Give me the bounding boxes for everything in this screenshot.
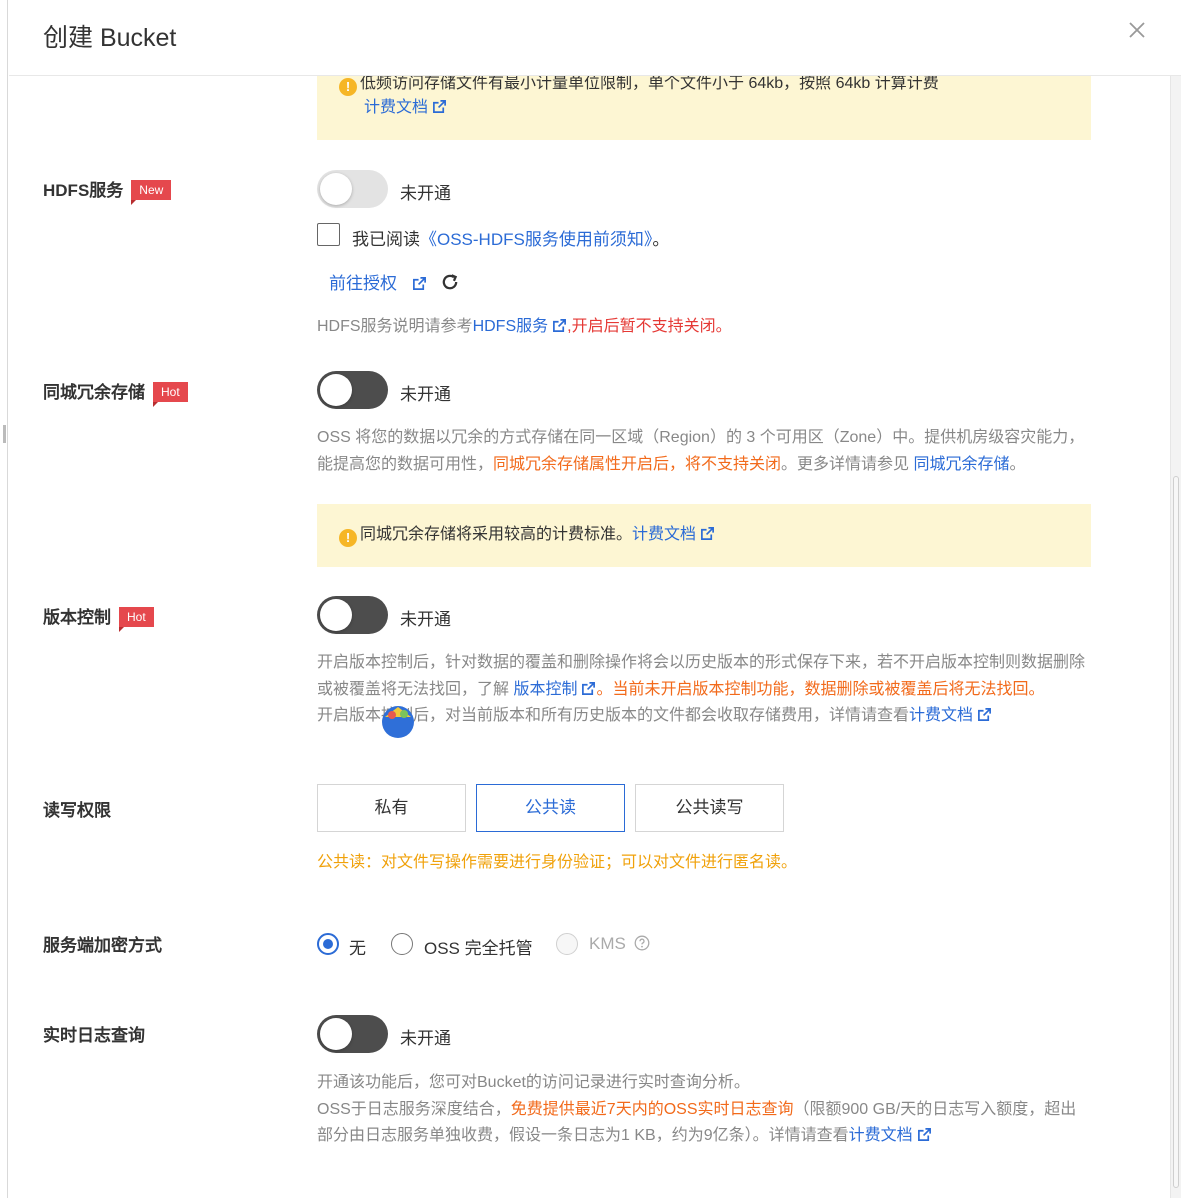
encryption-option-kms: KMS (589, 934, 650, 954)
external-link-icon[interactable] (917, 1127, 932, 1142)
hot-tag: Hot (153, 382, 188, 407)
new-tag: New (131, 180, 172, 205)
external-link-icon[interactable] (412, 276, 427, 291)
hdfs-agree-text: 我已阅读《OSS-HDFS服务使用前须知》。 (352, 230, 670, 249)
zrs-billing-notice: ! 同城冗余存储将采用较高的计费标准。计费文档 (317, 504, 1091, 567)
acl-hint: 公共读：对文件写操作需要进行身份验证；可以对文件进行匿名读。 (317, 854, 798, 871)
hdfs-desc: HDFS服务说明请参考HDFS服务 ,开启后暂不支持关闭。 (317, 318, 732, 335)
versioning-desc: 开启版本控制后，针对数据的覆盖和删除操作将会以历史版本的形式保存下来，若不开启版… (317, 654, 1086, 724)
external-link-icon[interactable] (977, 707, 992, 722)
zrs-label: 同城冗余存储 Hot (43, 378, 188, 407)
help-icon[interactable] (634, 935, 650, 951)
versioning-label: 版本控制 Hot (43, 603, 154, 632)
external-link-icon[interactable] (552, 318, 567, 333)
encryption-option-oss[interactable]: OSS 完全托管 (424, 934, 533, 959)
hdfs-auth-row: 前往授权 (329, 269, 459, 294)
zrs-billing-link[interactable]: 计费文档 (632, 526, 696, 543)
hdfs-toggle-status: 未开通 (400, 184, 451, 203)
scrollbar[interactable] (1170, 76, 1181, 1198)
versioning-toggle[interactable] (317, 596, 388, 634)
hdfs-agree-checkbox[interactable] (317, 223, 340, 246)
external-link-icon[interactable] (700, 526, 715, 541)
hdfs-auth-link[interactable]: 前往授权 (329, 274, 397, 293)
acl-label: 读写权限 (43, 801, 111, 820)
warning-icon: ! (339, 78, 357, 96)
versioning-toggle-status: 未开通 (400, 610, 451, 629)
zrs-desc: OSS 将您的数据以冗余的方式存储在同一区域（Region）的 3 个可用区（Z… (317, 429, 1085, 473)
left-frame (0, 0, 8, 1198)
hdfs-toggle[interactable] (317, 170, 388, 208)
zrs-toggle-status: 未开通 (400, 385, 451, 404)
external-link-icon[interactable] (581, 681, 596, 696)
billing-notice-text: 低频访问存储文件有最小计量单位限制，单个文件小于 64kb，按照 64kb 计算… (360, 76, 939, 92)
hdfs-doc-link[interactable]: HDFS服务 (473, 318, 549, 335)
external-link-icon[interactable] (432, 99, 447, 114)
floating-assistant-icon[interactable] (379, 701, 417, 739)
close-icon[interactable] (1127, 20, 1147, 40)
dialog-body: ! 低频访问存储文件有最小计量单位限制，单个文件小于 64kb，按照 64kb 计… (9, 76, 1169, 1198)
encryption-radio-oss[interactable] (391, 933, 413, 955)
refresh-icon[interactable] (441, 273, 459, 291)
encryption-radio-none[interactable] (317, 933, 339, 955)
scrollbar-thumb[interactable] (1173, 476, 1179, 1188)
realtime-log-toggle[interactable] (317, 1015, 388, 1053)
encryption-label: 服务端加密方式 (43, 936, 162, 955)
encryption-option-none[interactable]: 无 (349, 934, 366, 959)
warning-icon: ! (339, 529, 357, 547)
zrs-toggle[interactable] (317, 371, 388, 409)
hdfs-label: HDFS服务 New (43, 176, 172, 205)
versioning-doc-link[interactable]: 版本控制 (513, 681, 577, 698)
encryption-radio-kms (556, 933, 578, 955)
hot-tag: Hot (119, 607, 154, 632)
dialog-header: 创建 Bucket (9, 0, 1181, 76)
realtime-log-label: 实时日志查询 (43, 1026, 145, 1045)
acl-option-private[interactable]: 私有 (317, 784, 466, 832)
hdfs-terms-link[interactable]: 《OSS-HDFS服务使用前须知》 (420, 230, 652, 249)
billing-notice: ! 低频访问存储文件有最小计量单位限制，单个文件小于 64kb，按照 64kb 计… (317, 76, 1091, 140)
acl-option-public-read[interactable]: 公共读 (476, 784, 625, 832)
zrs-doc-link[interactable]: 同城冗余存储 (913, 456, 1009, 473)
realtime-log-desc: 开通该功能后，您可对Bucket的访问记录进行实时查询分析。 OSS于日志服务深… (317, 1074, 1077, 1144)
dialog-title: 创建 Bucket (43, 24, 177, 52)
realtime-log-toggle-status: 未开通 (400, 1029, 451, 1048)
realtime-log-billing-link[interactable]: 计费文档 (849, 1127, 913, 1144)
frame-notch (3, 425, 6, 443)
versioning-billing-link[interactable]: 计费文档 (909, 707, 973, 724)
billing-doc-link[interactable]: 计费文档 (364, 99, 428, 116)
acl-option-public-read-write[interactable]: 公共读写 (635, 784, 784, 832)
